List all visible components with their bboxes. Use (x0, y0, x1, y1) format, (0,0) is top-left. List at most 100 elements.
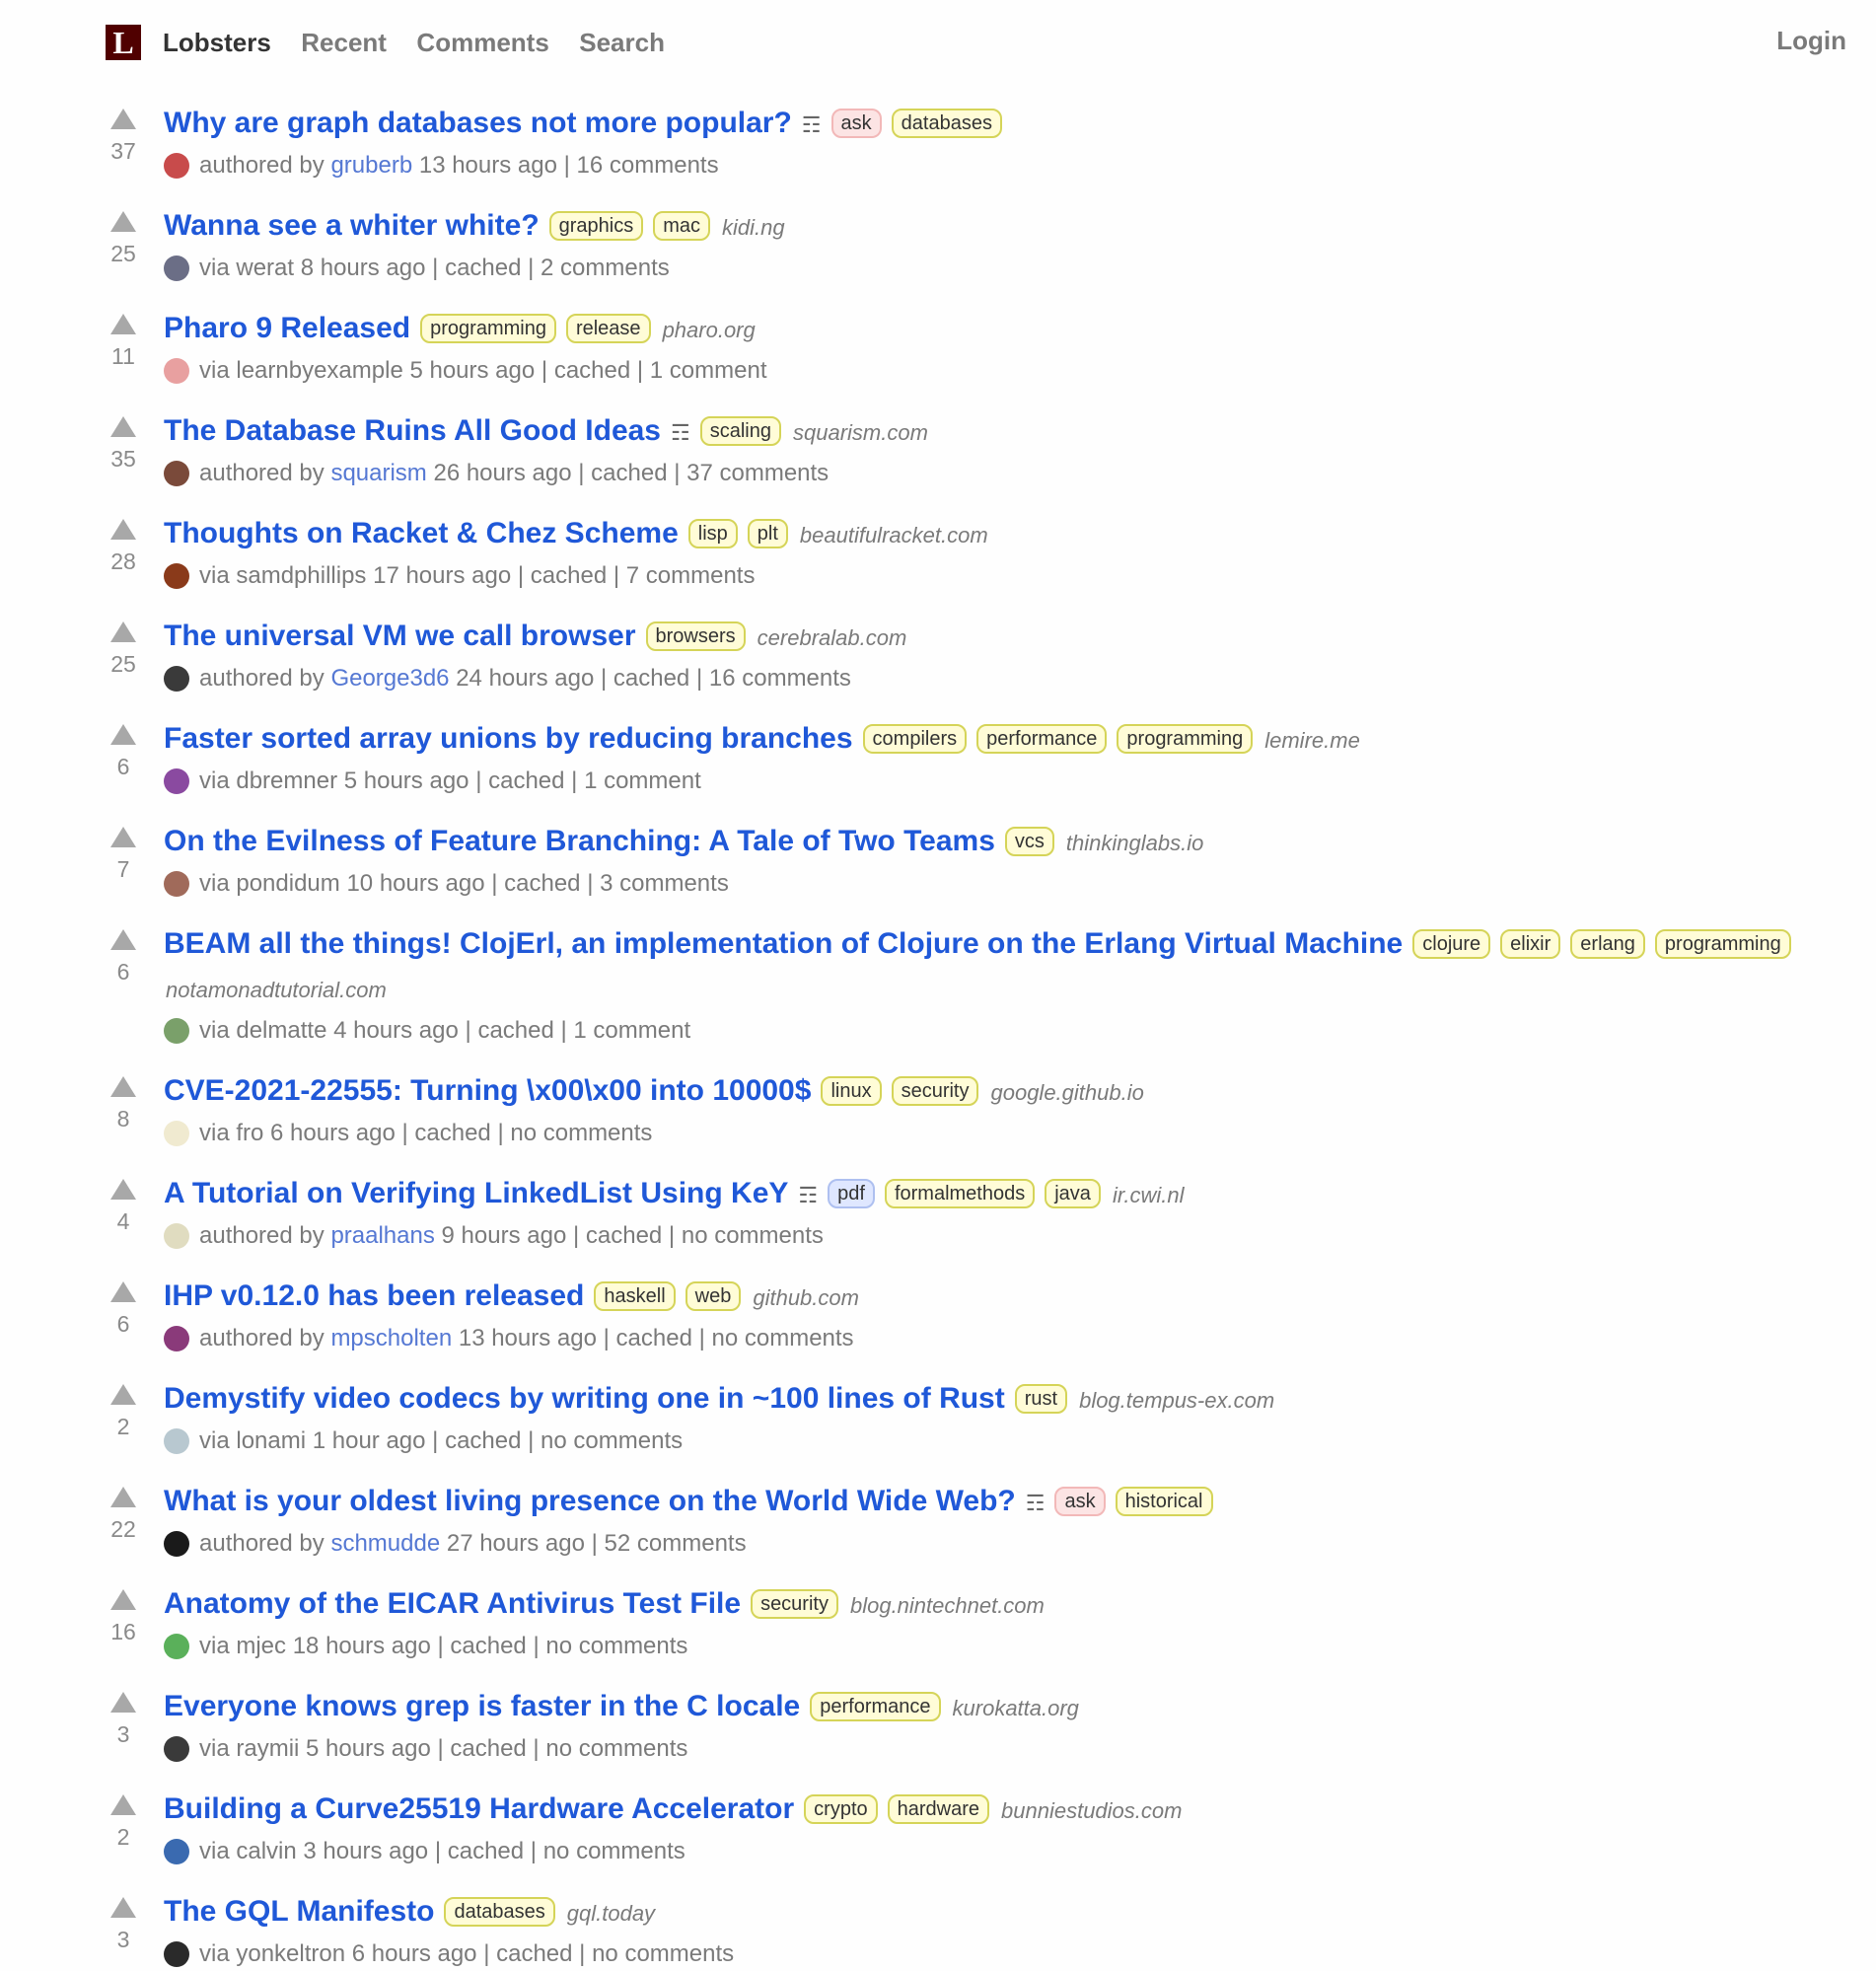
upvote-arrow-icon[interactable] (110, 1179, 136, 1200)
cached-link[interactable]: cached (477, 1014, 553, 1048)
avatar[interactable] (164, 1428, 189, 1454)
story-domain[interactable]: thinkinglabs.io (1066, 831, 1203, 855)
story-domain[interactable]: kurokatta.org (953, 1696, 1079, 1720)
comments-link[interactable]: no comments (712, 1322, 854, 1355)
upvote-arrow-icon[interactable] (110, 1589, 136, 1610)
story-domain[interactable]: kidi.ng (722, 215, 785, 240)
author-link[interactable]: lonami (236, 1424, 306, 1458)
upvote-arrow-icon[interactable] (110, 1281, 136, 1302)
avatar[interactable] (164, 153, 189, 179)
cached-link[interactable]: cached (554, 354, 630, 388)
comments-link[interactable]: 3 comments (600, 867, 729, 901)
tag-programming[interactable]: programming (1117, 724, 1254, 754)
cached-link[interactable]: cached (586, 1219, 662, 1253)
story-title-link[interactable]: Anatomy of the EICAR Antivirus Test File (164, 1587, 741, 1620)
comments-link[interactable]: no comments (682, 1219, 824, 1253)
story-domain[interactable]: lemire.me (1264, 728, 1360, 753)
avatar[interactable] (164, 1018, 189, 1044)
comments-link[interactable]: no comments (510, 1117, 652, 1150)
tag-scaling[interactable]: scaling (699, 416, 781, 446)
tag-lisp[interactable]: lisp (687, 519, 738, 548)
story-title-link[interactable]: CVE-2021-22555: Turning \x00\x00 into 10… (164, 1074, 811, 1107)
tag-vcs[interactable]: vcs (1004, 827, 1054, 856)
tag-compilers[interactable]: compilers (862, 724, 968, 754)
comments-link[interactable]: no comments (545, 1732, 687, 1766)
author-link[interactable]: delmatte (236, 1014, 326, 1048)
avatar[interactable] (164, 1326, 189, 1351)
tag-pdf[interactable]: pdf (828, 1179, 875, 1208)
story-title-link[interactable]: Demystify video codecs by writing one in… (164, 1382, 1005, 1415)
story-title-link[interactable]: A Tutorial on Verifying LinkedList Using… (164, 1177, 788, 1209)
tag-hardware[interactable]: hardware (887, 1794, 990, 1824)
comments-link[interactable]: 2 comments (541, 252, 670, 285)
story-title-link[interactable]: Everyone knows grep is faster in the C l… (164, 1690, 800, 1722)
story-title-link[interactable]: Faster sorted array unions by reducing b… (164, 722, 853, 755)
tag-erlang[interactable]: erlang (1570, 929, 1645, 959)
cached-link[interactable]: cached (613, 662, 689, 695)
avatar[interactable] (164, 768, 189, 794)
upvote-arrow-icon[interactable] (110, 929, 136, 950)
upvote-arrow-icon[interactable] (110, 519, 136, 540)
tag-crypto[interactable]: crypto (804, 1794, 878, 1824)
tag-databases[interactable]: databases (444, 1897, 555, 1927)
story-domain[interactable]: pharo.org (663, 318, 756, 342)
story-title-link[interactable]: Building a Curve25519 Hardware Accelerat… (164, 1792, 794, 1825)
upvote-arrow-icon[interactable] (110, 109, 136, 129)
comments-link[interactable]: no comments (543, 1835, 685, 1868)
comments-link[interactable]: 37 comments (686, 457, 829, 490)
story-domain[interactable]: blog.tempus-ex.com (1079, 1388, 1274, 1413)
author-link[interactable]: mjec (236, 1630, 286, 1663)
comments-link[interactable]: 52 comments (605, 1527, 747, 1561)
cached-link[interactable]: cached (616, 1322, 692, 1355)
story-domain[interactable]: cerebralab.com (758, 625, 907, 650)
author-link[interactable]: pondidum (236, 867, 339, 901)
avatar[interactable] (164, 871, 189, 897)
story-title-link[interactable]: IHP v0.12.0 has been released (164, 1279, 584, 1312)
tag-performance[interactable]: performance (976, 724, 1108, 754)
tag-graphics[interactable]: graphics (548, 211, 644, 241)
story-title-link[interactable]: Pharo 9 Released (164, 312, 410, 344)
author-link[interactable]: yonkeltron (236, 1937, 345, 1971)
tag-security[interactable]: security (751, 1589, 838, 1619)
comments-link[interactable]: no comments (545, 1630, 687, 1663)
tag-plt[interactable]: plt (747, 519, 788, 548)
comments-link[interactable]: 1 comment (650, 354, 767, 388)
tag-formalmethods[interactable]: formalmethods (884, 1179, 1036, 1208)
tag-ask[interactable]: ask (1054, 1487, 1106, 1516)
upvote-arrow-icon[interactable] (110, 211, 136, 232)
avatar[interactable] (164, 256, 189, 281)
comments-link[interactable]: 1 comment (584, 765, 701, 798)
tag-clojure[interactable]: clojure (1412, 929, 1491, 959)
story-title-link[interactable]: The GQL Manifesto (164, 1895, 434, 1928)
tag-programming[interactable]: programming (1654, 929, 1791, 959)
story-domain[interactable]: ir.cwi.nl (1113, 1183, 1185, 1207)
upvote-arrow-icon[interactable] (110, 1487, 136, 1507)
upvote-arrow-icon[interactable] (110, 314, 136, 334)
comments-link[interactable]: 16 comments (709, 662, 851, 695)
story-title-link[interactable]: The universal VM we call browser (164, 620, 636, 652)
avatar[interactable] (164, 1531, 189, 1557)
avatar[interactable] (164, 1839, 189, 1864)
tag-release[interactable]: release (565, 314, 651, 343)
upvote-arrow-icon[interactable] (110, 1076, 136, 1097)
upvote-arrow-icon[interactable] (110, 724, 136, 745)
story-domain[interactable]: bunniestudios.com (1001, 1798, 1182, 1823)
upvote-arrow-icon[interactable] (110, 1384, 136, 1405)
author-link[interactable]: George3d6 (330, 662, 449, 695)
author-link[interactable]: raymii (236, 1732, 299, 1766)
author-link[interactable]: dbremner (236, 765, 337, 798)
cached-link[interactable]: cached (488, 765, 564, 798)
cached-link[interactable]: cached (450, 1732, 526, 1766)
cached-link[interactable]: cached (445, 1424, 521, 1458)
avatar[interactable] (164, 563, 189, 589)
upvote-arrow-icon[interactable] (110, 827, 136, 847)
upvote-arrow-icon[interactable] (110, 1897, 136, 1918)
cached-link[interactable]: cached (591, 457, 667, 490)
author-link[interactable]: werat (236, 252, 294, 285)
avatar[interactable] (164, 1121, 189, 1146)
tag-java[interactable]: java (1045, 1179, 1101, 1208)
login-link[interactable]: Login (1776, 26, 1846, 56)
nav-search[interactable]: Search (579, 28, 665, 57)
nav-comments[interactable]: Comments (416, 28, 548, 57)
story-title-link[interactable]: On the Evilness of Feature Branching: A … (164, 825, 995, 857)
